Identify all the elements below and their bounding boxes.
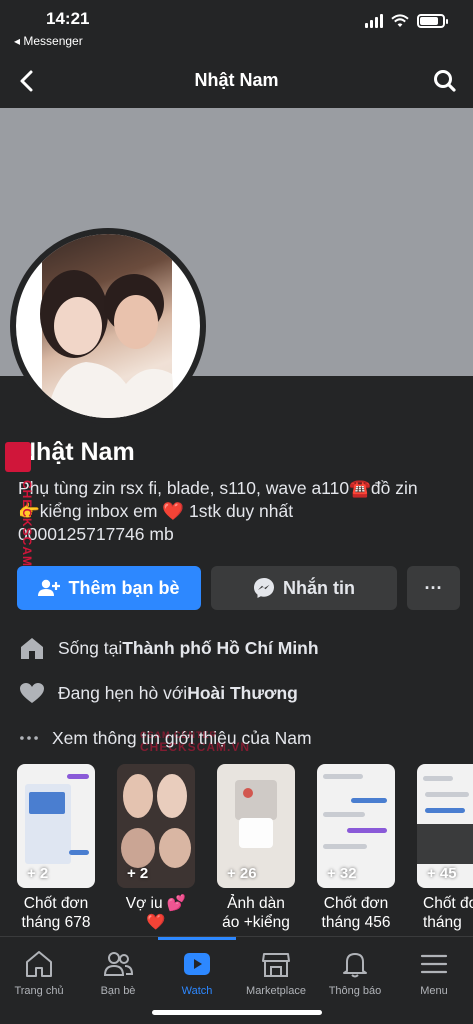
messenger-icon [254, 578, 274, 598]
detail-relationship: Đang hẹn hò với Hoài Thương [18, 681, 298, 705]
tab-friends[interactable]: Bạn bè [79, 937, 157, 1001]
home-icon [21, 638, 43, 659]
featured-highlights: + 2 Chốt đơn tháng 678 + 2 Vợ iu 💕 ❤️ + 26… [17, 764, 473, 932]
highlight-item[interactable]: + 32 Chốt đơn tháng 456 [317, 764, 395, 932]
highlight-item[interactable]: + 2 Vợ iu 💕 ❤️ [117, 764, 195, 932]
signal-icon [365, 14, 383, 28]
nav-header: Nhật Nam [0, 56, 473, 108]
message-button[interactable]: Nhắn tin [211, 566, 397, 610]
couple-photo-art [40, 270, 176, 418]
tab-label: Menu [420, 985, 448, 997]
status-bar: 14:21 ◂ Messenger [0, 0, 473, 56]
highlight-count: + 26 [227, 865, 257, 882]
profile-bio: Phụ tùng zin rsx fi, blade, s110, wave a… [18, 477, 468, 546]
highlight-count: + 2 [27, 865, 49, 882]
relation-prefix: Đang hẹn hò với [58, 682, 188, 703]
highlight-label: Chốt đơn tháng 678 [21, 895, 91, 931]
highlight-label: Vợ iu 💕 ❤️ [125, 895, 187, 931]
tab-marketplace[interactable]: Marketplace [237, 937, 315, 1001]
home-indicator [152, 1010, 322, 1015]
profile-actions: Thêm bạn bè Nhắn tin ··· [17, 566, 460, 610]
back-to-messenger-link[interactable]: ◂ Messenger [14, 34, 83, 48]
tab-label: Marketplace [246, 985, 306, 997]
tab-label: Thông báo [328, 985, 382, 997]
bell-icon [343, 953, 367, 978]
status-time: 14:21 [46, 9, 90, 28]
highlight-count: + 32 [327, 865, 357, 882]
friends-icon [103, 952, 134, 976]
bio-line: 0000125717746 mb [18, 524, 174, 544]
add-friend-button[interactable]: Thêm bạn bè [17, 566, 201, 610]
menu-icon [420, 954, 448, 974]
watermark-logo [5, 442, 31, 472]
highlight-thumbnail: + 45 [417, 764, 473, 888]
highlight-item[interactable]: + 26 Ảnh dàn áo +kiểng [217, 764, 295, 932]
battery-icon [417, 14, 448, 28]
tab-menu[interactable]: Menu [395, 937, 473, 1001]
tab-notifications[interactable]: Thông báo [316, 937, 394, 1001]
search-icon[interactable] [431, 66, 459, 96]
avatar [16, 234, 200, 418]
tab-watch[interactable]: Watch [158, 937, 236, 1001]
page-title: Nhật Nam [194, 70, 279, 90]
detail-lives-in: Sống tại Thành phố Hồ Chí Minh [18, 636, 319, 660]
profile-name: Nhật Nam [18, 438, 135, 466]
highlight-count: + 45 [427, 865, 457, 882]
highlight-item[interactable]: + 45 Chốt đơtháng [417, 764, 473, 932]
highlight-thumbnail: + 26 [217, 764, 295, 888]
highlight-count: + 2 [127, 865, 149, 882]
marketplace-icon [262, 953, 290, 977]
battery-level [420, 17, 438, 25]
highlight-thumbnail: + 2 [117, 764, 195, 888]
highlight-thumbnail: + 2 [17, 764, 95, 888]
highlight-label: Ảnh dàn áo +kiểng [222, 895, 290, 931]
heart-icon [20, 683, 44, 703]
bio-line: Phụ tùng zin rsx fi, blade, s110, wave a… [18, 478, 418, 498]
active-tab-indicator [158, 937, 236, 940]
highlight-label: Chốt đơtháng [423, 895, 473, 931]
add-friend-icon [38, 579, 61, 596]
profile-picture[interactable] [10, 228, 206, 424]
detail-about[interactable]: Xem thông tin giới thiệu của Nam [18, 726, 312, 750]
tab-label: Watch [181, 985, 213, 997]
add-friend-label: Thêm bạn bè [68, 577, 180, 598]
tab-label: Bạn bè [100, 985, 136, 997]
tab-home[interactable]: Trang chủ [0, 937, 78, 1001]
tab-label: Trang chủ [14, 985, 64, 997]
wifi-icon [391, 14, 409, 27]
watch-icon [184, 953, 210, 975]
lives-place[interactable]: Thành phố Hồ Chí Minh [122, 638, 318, 659]
message-label: Nhắn tin [283, 577, 355, 598]
home-icon [26, 951, 52, 977]
lives-prefix: Sống tại [58, 637, 123, 658]
bio-line: 👉kiểng inbox em ❤️ 1stk duy nhất [18, 501, 294, 521]
more-horizontal-icon [20, 736, 38, 740]
status-icons [365, 14, 448, 28]
more-options-button[interactable]: ··· [407, 566, 460, 610]
highlight-item[interactable]: + 2 Chốt đơn tháng 678 [17, 764, 95, 932]
relation-person[interactable]: Hoài Thương [187, 683, 298, 704]
highlight-thumbnail: + 32 [317, 764, 395, 888]
highlight-label: Chốt đơn tháng 456 [321, 895, 391, 931]
about-link[interactable]: Xem thông tin giới thiệu của Nam [52, 728, 312, 749]
